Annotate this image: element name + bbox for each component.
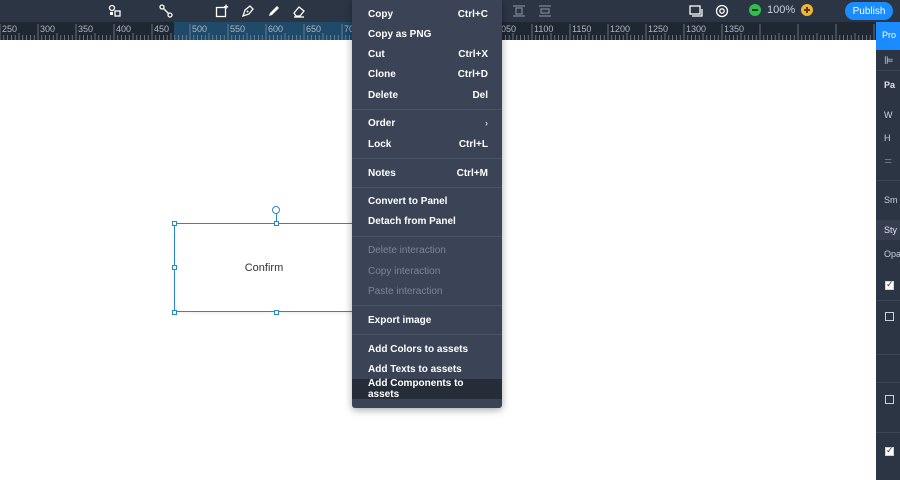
menu-item-lock[interactable]: Lock Ctrl+L: [352, 134, 502, 154]
distribute-icon[interactable]: [537, 3, 553, 19]
menu-item-copy-as-png[interactable]: Copy as PNG: [352, 24, 502, 44]
align-icon[interactable]: [511, 3, 527, 19]
panel-divider: [876, 354, 900, 355]
panel-divider: [876, 180, 900, 181]
menu-item-copy[interactable]: Copy Ctrl+C: [352, 4, 502, 24]
menu-item-delete-interaction: Delete interaction: [368, 244, 446, 256]
shadow-checkbox[interactable]: [885, 395, 894, 404]
widget-label: Confirm: [244, 261, 284, 274]
ruler-tick-label: 1100: [534, 24, 554, 34]
menu-separator: [352, 187, 502, 188]
panel-divider: [876, 382, 900, 383]
ruler-tick-label: 400: [116, 24, 132, 34]
resize-handle-sw[interactable]: [172, 310, 177, 315]
ruler-tick-label: 450: [154, 24, 170, 34]
zoom-out-button[interactable]: [749, 4, 761, 16]
ruler-tick-label: 1350: [724, 24, 745, 34]
radius-checkbox[interactable]: [885, 445, 894, 456]
submenu-arrow-icon: ›: [485, 118, 488, 128]
context-menu: Copy Ctrl+C Copy as PNG Cut Ctrl+X Clone Ct…: [352, 0, 502, 408]
align-left-icon[interactable]: ⊫: [884, 54, 894, 67]
menu-separator: [352, 158, 502, 159]
ruler-tick-label: 1300: [686, 24, 707, 34]
pencil-icon[interactable]: [266, 3, 282, 19]
menu-item-paste-interaction: Paste interaction: [368, 285, 443, 297]
distribute-icon[interactable]: ⚌: [884, 155, 892, 166]
right-properties-panel: Pro ⊫ Pa W H ⚌ Sm Sty Opa: [876, 22, 900, 480]
shapes-icon[interactable]: [107, 3, 123, 19]
ruler-tick-label: 1200: [610, 24, 631, 34]
tab-properties[interactable]: Pro: [876, 22, 900, 50]
ruler-tick-label: 350: [78, 24, 94, 34]
height-label: H: [884, 133, 891, 143]
resize-handle-w[interactable]: [172, 265, 177, 270]
ruler-tick-label: 1150: [572, 24, 592, 34]
resize-handle-n[interactable]: [274, 221, 279, 226]
ruler-tick-label: 300: [40, 24, 56, 34]
menu-item-add-colors-to-assets[interactable]: Add Colors to assets: [352, 339, 502, 359]
menu-item-convert-to-panel[interactable]: Convert to Panel: [352, 191, 502, 211]
ruler-tick-label: 600: [268, 24, 284, 34]
panel-divider: [876, 300, 900, 301]
ruler-tick-label: 550: [230, 24, 246, 34]
menu-item-delete[interactable]: Delete Del: [352, 85, 502, 105]
menu-separator: [352, 109, 502, 110]
menu-item-notes[interactable]: Notes Ctrl+M: [352, 163, 502, 183]
crop-add-icon[interactable]: [214, 3, 230, 19]
sm-label: Sm: [884, 195, 898, 205]
confirm-widget[interactable]: Confirm: [174, 223, 354, 312]
ruler-tick-label: 250: [2, 24, 18, 34]
menu-separator: [352, 334, 502, 335]
width-label: W: [884, 110, 893, 120]
ruler-tick-label: 500: [192, 24, 208, 34]
zoom-in-button[interactable]: [801, 4, 813, 16]
menu-item-clone[interactable]: Clone Ctrl+D: [352, 64, 502, 84]
fill-checkbox[interactable]: [885, 279, 894, 290]
menu-separator: [352, 236, 502, 237]
section-label-pa: Pa: [884, 80, 896, 90]
publish-button[interactable]: Publish: [845, 2, 893, 20]
preview-eye-icon[interactable]: [714, 3, 730, 19]
rotation-handle[interactable]: [272, 206, 280, 214]
preview-device-icon[interactable]: [688, 3, 704, 19]
menu-item-cut[interactable]: Cut Ctrl+X: [352, 44, 502, 64]
ruler-tick-label: 650: [306, 24, 322, 34]
menu-item-export-image[interactable]: Export image: [352, 310, 502, 330]
resize-handle-s[interactable]: [274, 310, 279, 315]
ruler-tick-label: 1250: [648, 24, 669, 34]
border-checkbox[interactable]: [885, 312, 894, 321]
menu-item-add-texts-to-assets[interactable]: Add Texts to assets: [352, 359, 502, 379]
zoom-level: 100%: [767, 4, 796, 16]
menu-item-add-components-to-assets[interactable]: Add Components to assets: [352, 378, 502, 400]
panel-divider: [876, 70, 900, 71]
menu-separator: [352, 305, 502, 306]
resize-handle-nw[interactable]: [172, 221, 177, 226]
menu-item-copy-interaction: Copy interaction: [368, 265, 441, 277]
style-section-header[interactable]: Sty: [876, 220, 900, 240]
opacity-label: Opa: [884, 249, 900, 259]
connector-icon[interactable]: [158, 3, 174, 19]
menu-item-detach-from-panel[interactable]: Detach from Panel: [352, 211, 502, 231]
menu-item-order[interactable]: Order ›: [352, 113, 502, 133]
panel-divider: [876, 432, 900, 433]
eraser-icon[interactable]: [291, 3, 307, 19]
pen-icon[interactable]: [240, 3, 256, 19]
